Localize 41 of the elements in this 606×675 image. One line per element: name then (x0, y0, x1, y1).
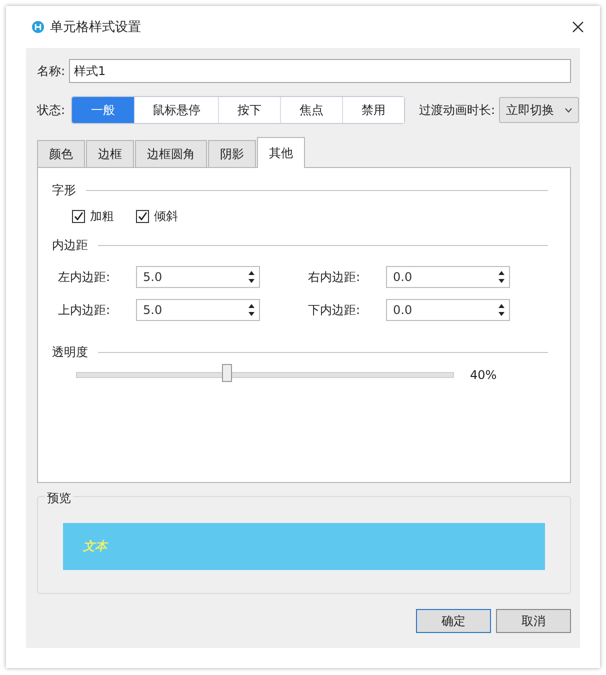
state-option[interactable]: 一般 (72, 97, 134, 123)
tab[interactable]: 其他 (257, 137, 305, 168)
spin-arrows-icon[interactable] (498, 270, 505, 284)
preview-title: 预览 (45, 490, 73, 507)
checkmark-icon (73, 211, 84, 222)
spin-arrows-icon[interactable] (248, 303, 255, 317)
spin-arrows-icon[interactable] (498, 303, 505, 317)
field-label: 上内边距: (58, 302, 112, 318)
tab[interactable]: 边框 (86, 140, 134, 167)
number-field[interactable]: 5.0 (136, 266, 260, 288)
name-field[interactable]: 样式1 (69, 59, 571, 83)
close-icon[interactable] (572, 21, 584, 33)
checkbox[interactable]: 倾斜 (136, 208, 178, 225)
spin-arrows-icon[interactable] (248, 270, 255, 284)
transition-dropdown[interactable]: 立即切换 (499, 97, 580, 123)
section-title: 字形 (52, 182, 76, 198)
preview-text: 文本 (83, 538, 107, 555)
ok-button[interactable]: 确定 (416, 609, 491, 633)
window-title: 单元格样式设置 (50, 19, 142, 36)
app-logo-icon (32, 21, 44, 33)
transition-label: 过渡动画时长: (419, 102, 496, 118)
field-label: 左内边距: (58, 268, 112, 286)
tab[interactable]: 边框圆角 (135, 140, 207, 167)
state-option[interactable]: 禁用 (342, 97, 404, 123)
field-label: 右内边距: (308, 268, 362, 286)
tab[interactable]: 颜色 (37, 140, 85, 167)
number-field[interactable]: 0.0 (386, 266, 510, 288)
number-field[interactable]: 5.0 (136, 299, 260, 321)
checkbox[interactable]: 加粗 (72, 208, 114, 225)
opacity-value: 40% (470, 368, 497, 382)
section-title: 内边距 (52, 236, 88, 254)
checkmark-icon (137, 211, 148, 222)
cancel-button[interactable]: 取消 (496, 609, 571, 633)
field-label: 下内边距: (308, 302, 362, 318)
section-title: 透明度 (52, 344, 88, 360)
state-label: 状态: (37, 102, 66, 118)
name-label: 名称: (37, 62, 66, 80)
slider-thumb[interactable] (222, 364, 232, 382)
number-field[interactable]: 0.0 (386, 299, 510, 321)
tab[interactable]: 阴影 (208, 140, 256, 167)
chevron-down-icon (565, 108, 572, 112)
